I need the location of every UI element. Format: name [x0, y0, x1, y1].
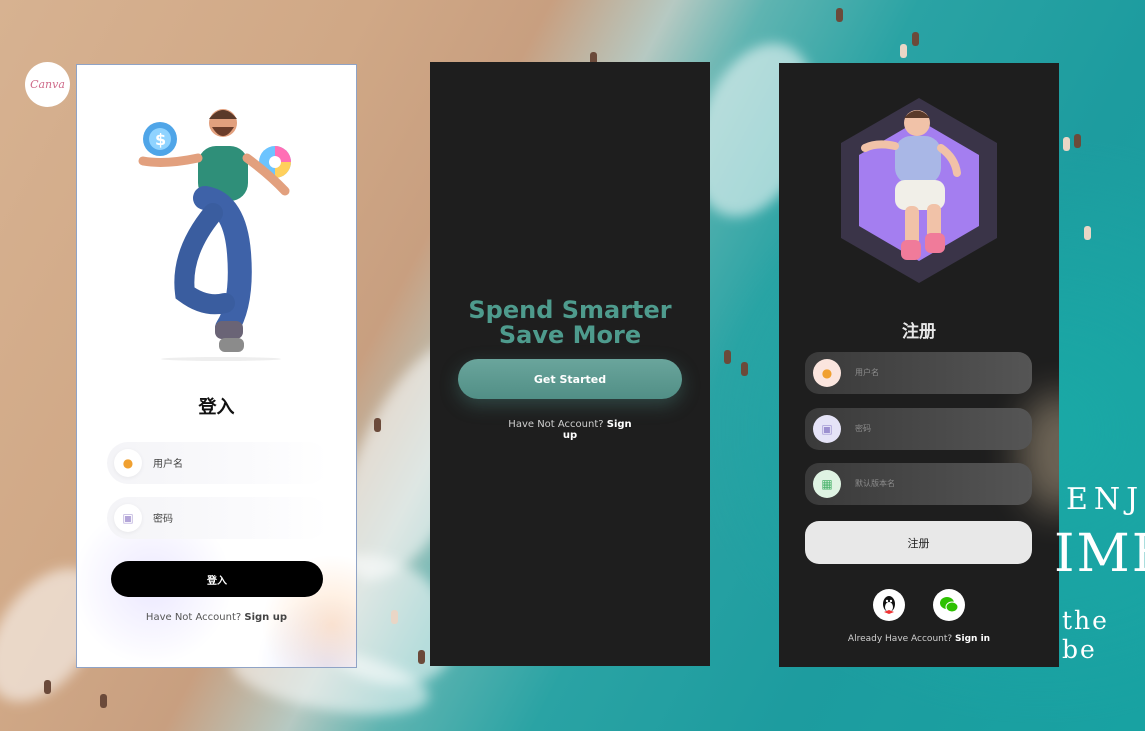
signin-prompt: Already Have Account? Sign in [779, 634, 1059, 644]
signup-prompt: Have Not Account? Sign up [500, 419, 640, 441]
username-placeholder: 用户名 [153, 459, 183, 470]
qq-icon[interactable] [873, 589, 905, 621]
version-field[interactable]: ▦ 默认版本名 [805, 463, 1032, 505]
username-field[interactable]: ● 用户名 [107, 442, 329, 484]
signup-link-part1[interactable]: Sign [607, 419, 632, 430]
signup-link-part2[interactable]: up [563, 430, 577, 441]
background-text-enj: ENJ [1066, 482, 1145, 517]
get-started-button[interactable]: Get Started [458, 359, 682, 399]
signup-prompt: Have Not Account? Sign up [77, 612, 356, 623]
document-icon: ▦ [813, 470, 841, 498]
password-placeholder: 密码 [153, 514, 173, 525]
signin-link[interactable]: Sign in [955, 634, 990, 644]
password-field[interactable]: ▣ 密码 [805, 408, 1032, 450]
version-placeholder: 默认版本名 [855, 479, 895, 488]
register-card: 注册 ● 用户名 ▣ 密码 ▦ 默认版本名 注册 Already Have Ac… [779, 63, 1059, 667]
register-button[interactable]: 注册 [805, 521, 1032, 564]
hexagon-avatar-illustration [841, 98, 997, 283]
username-placeholder: 用户名 [855, 368, 879, 377]
username-field[interactable]: ● 用户名 [805, 352, 1032, 394]
login-title: 登入 [198, 397, 235, 418]
background-text-ime: IME [1054, 524, 1145, 584]
wechat-icon[interactable] [933, 589, 965, 621]
svg-text:$: $ [155, 130, 166, 149]
register-title: 注册 [902, 322, 936, 342]
password-placeholder: 密码 [855, 424, 871, 433]
headline-line-1: Spend Smarter [468, 296, 672, 324]
juggler-illustration: $ [138, 109, 291, 361]
wechat-glyph [940, 597, 959, 613]
user-icon: ● [813, 359, 841, 387]
password-field[interactable]: ▣ 密码 [107, 497, 329, 539]
onboarding-card: Spend Smarter Save More Get Started Have… [430, 62, 710, 666]
signup-prompt-text: Have Not Account? [145, 612, 242, 623]
lock-icon: ▣ [114, 504, 142, 532]
onboarding-headline: Spend Smarter Save More [430, 298, 710, 348]
login-card: $ 登入 ● 用户名 ▣ 密码 登入 Have Not Account? Sig… [76, 64, 357, 668]
signin-prompt-text: Already Have Account? [847, 634, 953, 644]
headline-line-2: Save More [498, 321, 642, 349]
background-text-the: the be [1062, 606, 1109, 664]
canva-logo: Canva [25, 62, 70, 107]
login-button[interactable]: 登入 [111, 561, 323, 597]
lock-icon: ▣ [813, 415, 841, 443]
user-icon: ● [114, 449, 142, 477]
signup-prompt-text: Have Not Account? [508, 419, 604, 430]
signup-link[interactable]: Sign up [244, 612, 287, 623]
qq-penguin-glyph [883, 596, 895, 614]
